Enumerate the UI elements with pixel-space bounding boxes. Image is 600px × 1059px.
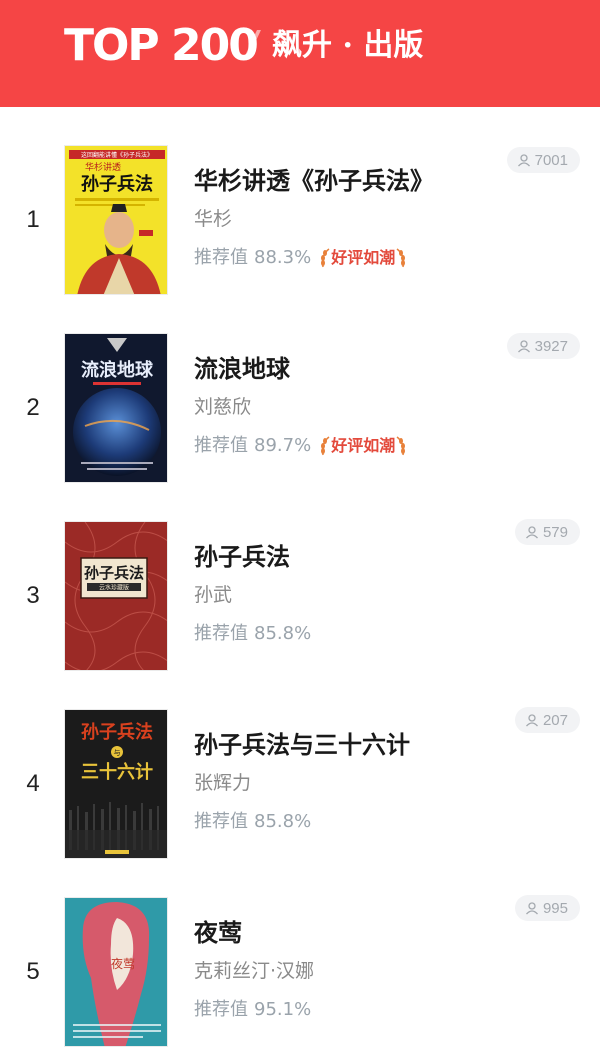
reader-count-value: 579	[542, 523, 568, 541]
reader-count-value: 3927	[534, 337, 568, 355]
book-title[interactable]: 流浪地球	[194, 353, 290, 385]
book-cover[interactable]: 流浪地球	[64, 333, 168, 483]
top200-header: TOP 200 飙升 · 出版	[0, 0, 600, 107]
book-row[interactable]: 3 孙子兵法 云水珍藏版 孙子兵法 孙武 推荐值 85.8% 579	[0, 483, 600, 671]
book-author[interactable]: 刘慈欣	[194, 394, 251, 420]
book-title[interactable]: 华杉讲透《孙子兵法》	[194, 165, 434, 197]
reader-count: 995	[514, 895, 580, 921]
book-cover[interactable]: 孙子兵法 云水珍藏版	[64, 521, 168, 671]
recommend-value: 95.1%	[254, 999, 312, 1020]
recommend-label: 推荐值	[194, 999, 248, 1020]
header-subtitle: 飙升 · 出版	[272, 28, 424, 63]
recommend-value: 88.3%	[254, 247, 312, 268]
book-row[interactable]: 2 流浪地球 流浪地球 刘慈欣 推荐值 89.7% 好评如潮 3927	[0, 295, 600, 483]
rank-number: 1	[26, 206, 40, 233]
acclaim-badge: 好评如潮	[319, 433, 407, 459]
recommend-value: 85.8%	[254, 811, 312, 832]
book-author[interactable]: 华杉	[194, 206, 232, 232]
cover-subtitle: 云水珍藏版	[99, 584, 129, 592]
reader-count-value: 7001	[534, 151, 568, 169]
cover-subtitle: 华杉讲透	[85, 161, 121, 173]
recommend-value: 89.7%	[254, 435, 312, 456]
cover-image: 孙子兵法 与 三十六计	[65, 710, 167, 858]
cover-title: 孙子兵法	[84, 564, 144, 582]
cover-title: 夜莺	[111, 956, 135, 971]
rank-number: 5	[26, 958, 40, 985]
book-title[interactable]: 夜莺	[194, 917, 242, 949]
reader-count-value: 995	[542, 899, 568, 917]
recommend-label: 推荐值	[194, 435, 248, 456]
cover-image: 夜莺	[65, 898, 167, 1046]
reader-count: 579	[514, 519, 580, 545]
recommend-label: 推荐值	[194, 247, 248, 268]
book-title[interactable]: 孙子兵法与三十六计	[194, 729, 410, 761]
cover-joiner: 与	[114, 749, 121, 757]
recommend-score: 推荐值 88.3% 好评如潮	[194, 245, 407, 271]
book-cover[interactable]: 这回翻能讲懂《孙子兵法》 华杉讲透 孙子兵法	[64, 145, 168, 295]
user-icon	[525, 902, 538, 915]
cover-image: 这回翻能讲懂《孙子兵法》 华杉讲透 孙子兵法	[65, 146, 167, 294]
book-author[interactable]: 孙武	[194, 582, 232, 608]
cover-image: 流浪地球	[65, 334, 167, 482]
recommend-score: 推荐值 89.7% 好评如潮	[194, 433, 407, 459]
badge-text: 好评如潮	[331, 436, 396, 455]
reader-count: 3927	[506, 333, 580, 359]
logo-text: TOP 200	[64, 20, 259, 71]
cover-title: 流浪地球	[81, 359, 154, 381]
top200-logo: TOP 200	[64, 20, 259, 71]
user-icon	[525, 714, 538, 727]
recommend-label: 推荐值	[194, 811, 248, 832]
reader-count: 207	[514, 707, 580, 733]
recommend-score: 推荐值 95.1%	[194, 997, 311, 1023]
cover-image: 孙子兵法 云水珍藏版	[65, 522, 167, 670]
cover-banner: 这回翻能讲懂《孙子兵法》	[81, 151, 153, 159]
laurel-left-icon	[321, 248, 330, 268]
book-cover[interactable]: 夜莺	[64, 897, 168, 1047]
book-row[interactable]: 5 夜莺 夜莺 克莉丝汀·汉娜 推荐值 95.1% 995	[0, 859, 600, 1047]
reader-count: 7001	[506, 147, 580, 173]
user-icon	[525, 526, 538, 539]
recommend-score: 推荐值 85.8%	[194, 809, 311, 835]
book-author[interactable]: 克莉丝汀·汉娜	[194, 958, 314, 984]
acclaim-badge: 好评如潮	[319, 245, 407, 271]
recommend-label: 推荐值	[194, 623, 248, 644]
book-row[interactable]: 1 这回翻能讲懂《孙子兵法》 华杉讲透 孙子兵法 华杉讲透《孙子兵法》 华杉 推…	[0, 107, 600, 295]
reader-count-value: 207	[542, 711, 568, 729]
rank-number: 3	[26, 582, 40, 609]
laurel-right-icon	[396, 248, 406, 268]
book-title[interactable]: 孙子兵法	[194, 541, 290, 573]
cover-title-line2: 三十六计	[81, 761, 153, 783]
laurel-left-icon	[321, 436, 330, 456]
book-cover[interactable]: 孙子兵法 与 三十六计	[64, 709, 168, 859]
recommend-value: 85.8%	[254, 623, 312, 644]
badge-text: 好评如潮	[331, 248, 396, 267]
cover-title-line1: 孙子兵法	[81, 721, 153, 743]
cover-title: 孙子兵法	[81, 173, 153, 195]
rank-number: 2	[26, 394, 40, 421]
user-icon	[517, 154, 530, 167]
recommend-score: 推荐值 85.8%	[194, 621, 311, 647]
rank-number: 4	[26, 770, 40, 797]
user-icon	[517, 340, 530, 353]
book-author[interactable]: 张辉力	[194, 770, 251, 796]
laurel-right-icon	[396, 436, 406, 456]
book-row[interactable]: 4 孙子兵法 与 三十六计 孙子兵法与三十六计 张辉力 推荐值 85.8% 20…	[0, 671, 600, 859]
